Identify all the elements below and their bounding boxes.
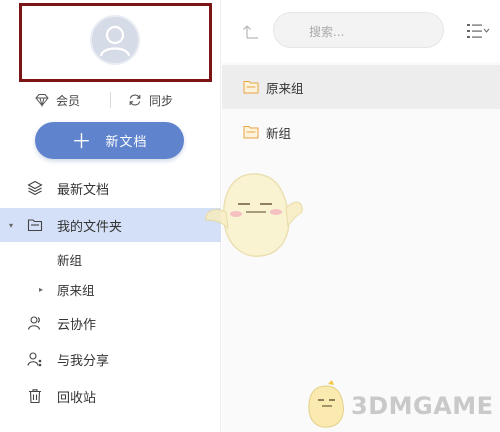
nav-item-recent[interactable]: 最新文档 bbox=[0, 171, 221, 205]
folder-icon bbox=[243, 81, 259, 94]
toolbar: 搜索... bbox=[222, 0, 500, 62]
search-placeholder: 搜索... bbox=[309, 25, 345, 39]
parent-folder-icon[interactable] bbox=[242, 22, 260, 40]
sidebar: 会员 同步 ＋ 新文档 最新文档 ▾ 我的文件夹 新组 ▸ 原来组 云协作 与我… bbox=[0, 0, 221, 432]
divider bbox=[110, 92, 111, 108]
member-button[interactable]: 会员 bbox=[35, 90, 80, 110]
sync-label: 同步 bbox=[149, 93, 174, 108]
folder-item-new-group[interactable]: 新组 bbox=[0, 246, 221, 272]
search-input[interactable]: 搜索... bbox=[273, 12, 444, 48]
folder-label: 新组 bbox=[57, 252, 83, 268]
nav-item-my-folder[interactable]: ▾ 我的文件夹 bbox=[0, 208, 221, 242]
folder-icon bbox=[27, 219, 43, 232]
file-row[interactable]: 原来组 bbox=[222, 65, 500, 109]
nav-label: 回收站 bbox=[57, 390, 97, 406]
nav-label: 最新文档 bbox=[57, 182, 110, 198]
folder-item-original-group[interactable]: ▸ 原来组 bbox=[0, 276, 221, 302]
account-actions: 会员 同步 bbox=[0, 90, 221, 110]
folder-icon bbox=[243, 126, 259, 139]
nav-item-collaboration[interactable]: 云协作 bbox=[0, 306, 221, 340]
new-document-label: 新文档 bbox=[105, 135, 148, 150]
user-icon bbox=[99, 25, 131, 57]
sync-icon bbox=[129, 94, 141, 106]
list-view-icon[interactable] bbox=[466, 22, 490, 40]
member-label: 会员 bbox=[56, 93, 81, 108]
file-name: 原来组 bbox=[266, 80, 304, 96]
file-row[interactable]: 新组 bbox=[222, 110, 500, 154]
folder-label: 原来组 bbox=[57, 282, 95, 298]
watermark-text: 3DMGAME bbox=[351, 392, 494, 420]
diamond-icon bbox=[35, 94, 49, 107]
layers-icon bbox=[27, 180, 43, 196]
watermark-mascot-icon bbox=[308, 380, 344, 428]
nav-label: 与我分享 bbox=[57, 353, 110, 369]
caret-down-icon[interactable]: ▾ bbox=[9, 221, 13, 230]
nav-item-trash[interactable]: 回收站 bbox=[0, 379, 221, 413]
user-icon bbox=[27, 316, 41, 330]
sync-button[interactable]: 同步 bbox=[128, 90, 173, 110]
watermark: 3DMGAME bbox=[298, 380, 498, 430]
nav-label: 我的文件夹 bbox=[57, 219, 123, 235]
mascot-image bbox=[205, 173, 303, 257]
share-user-icon bbox=[27, 352, 42, 367]
file-name: 新组 bbox=[266, 125, 292, 141]
avatar-highlight-box bbox=[19, 3, 212, 82]
nav-label: 云协作 bbox=[57, 317, 97, 333]
nav-item-shared-with-me[interactable]: 与我分享 bbox=[0, 342, 221, 376]
avatar[interactable] bbox=[90, 15, 140, 65]
trash-icon bbox=[29, 389, 41, 404]
caret-right-icon[interactable]: ▸ bbox=[39, 285, 43, 294]
new-document-button[interactable]: ＋ 新文档 bbox=[35, 122, 184, 159]
plus-icon: ＋ bbox=[71, 128, 92, 153]
